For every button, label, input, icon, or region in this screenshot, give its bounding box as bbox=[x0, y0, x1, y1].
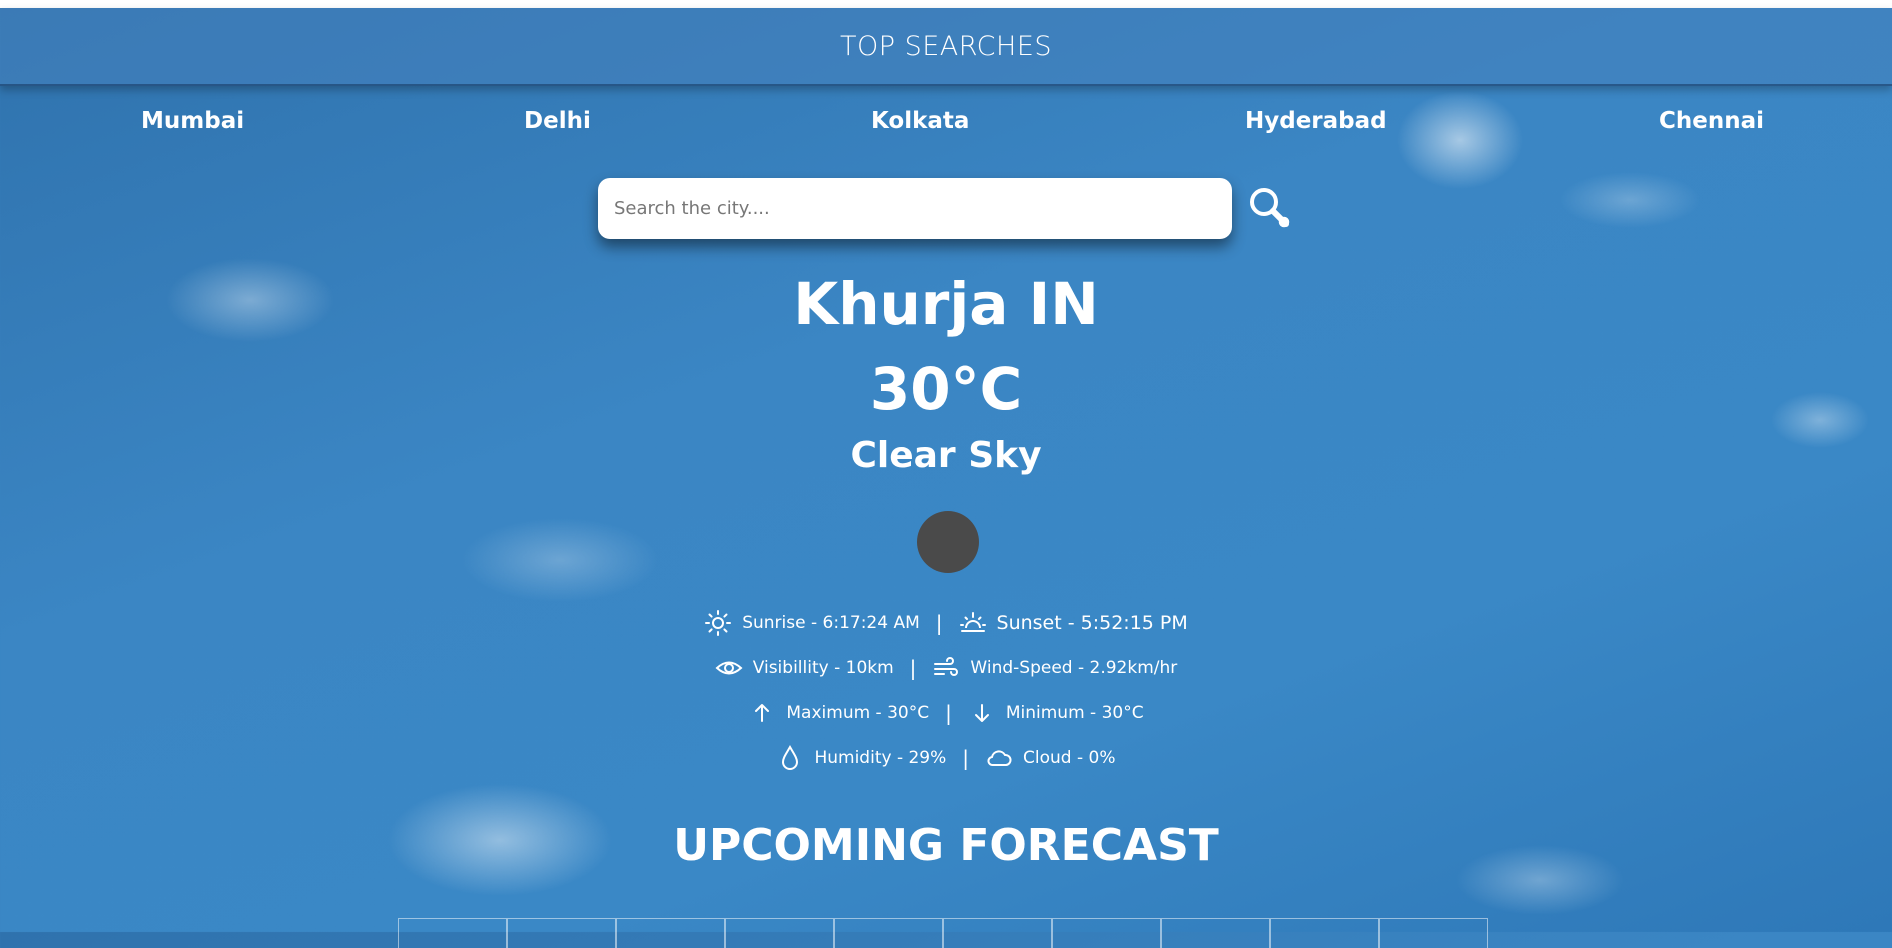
details-row-humidity: Humidity - 29% | Cloud - 0% bbox=[0, 735, 1892, 780]
wind-item: Wind-Speed - 2.92km/hr bbox=[932, 654, 1177, 682]
city-name: Khurja IN bbox=[793, 270, 1099, 338]
sun-icon bbox=[705, 609, 732, 636]
forecast-card[interactable] bbox=[1379, 918, 1488, 948]
wind-icon bbox=[934, 656, 959, 676]
weather-condition-icon bbox=[917, 511, 979, 573]
city-link-kolkata[interactable]: Kolkata bbox=[871, 108, 969, 134]
arrow-down-icon bbox=[974, 703, 989, 722]
separator: | bbox=[909, 655, 917, 680]
sunset-item: Sunset - 5:52:15 PM bbox=[959, 609, 1188, 637]
arrow-up-icon bbox=[755, 703, 770, 722]
city-link-delhi[interactable]: Delhi bbox=[524, 108, 591, 134]
search-box bbox=[598, 178, 1232, 239]
weather-description: Clear Sky bbox=[850, 435, 1042, 476]
details-row-sun: Sunrise - 6:17:24 AM | Sunset - 5:52:15 … bbox=[0, 600, 1892, 645]
max-item: Maximum - 30°C bbox=[748, 699, 929, 727]
top-searches-bar: TOP SEARCHES bbox=[0, 8, 1892, 86]
separator: | bbox=[945, 700, 952, 725]
wind-text: Wind-Speed - 2.92km/hr bbox=[970, 657, 1178, 678]
forecast-card[interactable] bbox=[725, 918, 834, 948]
min-item: Minimum - 30°C bbox=[968, 699, 1144, 727]
forecast-card[interactable] bbox=[398, 918, 507, 948]
temperature: 30°C bbox=[869, 355, 1023, 423]
humidity-item: Humidity - 29% bbox=[776, 744, 946, 772]
humidity-text: Humidity - 29% bbox=[814, 747, 947, 768]
top-white-strip bbox=[0, 0, 1892, 8]
visibility-text: Visibillity - 10km bbox=[752, 657, 894, 678]
top-searches-title: TOP SEARCHES bbox=[839, 30, 1053, 62]
cloud-icon bbox=[987, 749, 1012, 766]
details-row-temp: Maximum - 30°C | Minimum - 30°C bbox=[0, 690, 1892, 735]
search-icon bbox=[1250, 188, 1290, 228]
forecast-title: UPCOMING FORECAST bbox=[673, 820, 1219, 871]
top-cities-row: Mumbai Delhi Kolkata Hyderabad Chennai bbox=[0, 108, 1892, 138]
forecast-card[interactable] bbox=[1052, 918, 1161, 948]
search-button[interactable] bbox=[1246, 184, 1294, 232]
sunset-icon bbox=[959, 611, 986, 632]
droplet-icon bbox=[782, 744, 799, 770]
sunset-text: Sunset - 5:52:15 PM bbox=[996, 611, 1188, 634]
search-input[interactable] bbox=[598, 178, 1232, 239]
sunrise-item: Sunrise - 6:17:24 AM bbox=[704, 609, 920, 637]
forecast-card[interactable] bbox=[616, 918, 725, 948]
details-row-visibility: Visibillity - 10km | Wind-Speed - 2.92km… bbox=[0, 645, 1892, 690]
forecast-card[interactable] bbox=[1161, 918, 1270, 948]
cloud-text: Cloud - 0% bbox=[1023, 747, 1116, 768]
weather-details: Sunrise - 6:17:24 AM | Sunset - 5:52:15 … bbox=[0, 600, 1892, 780]
forecast-card[interactable] bbox=[507, 918, 616, 948]
sunrise-text: Sunrise - 6:17:24 AM bbox=[742, 612, 920, 633]
min-text: Minimum - 30°C bbox=[1005, 702, 1144, 723]
city-link-hyderabad[interactable]: Hyderabad bbox=[1245, 108, 1387, 134]
visibility-item: Visibillity - 10km bbox=[715, 654, 894, 682]
city-link-mumbai[interactable]: Mumbai bbox=[141, 108, 244, 134]
forecast-card[interactable] bbox=[943, 918, 1052, 948]
cloud-item: Cloud - 0% bbox=[985, 744, 1116, 772]
separator: | bbox=[935, 610, 943, 635]
forecast-card[interactable] bbox=[834, 918, 943, 948]
forecast-grid bbox=[398, 918, 1488, 948]
max-text: Maximum - 30°C bbox=[786, 702, 930, 723]
forecast-card[interactable] bbox=[1270, 918, 1379, 948]
city-link-chennai[interactable]: Chennai bbox=[1659, 108, 1764, 134]
separator: | bbox=[962, 745, 970, 770]
eye-icon bbox=[715, 661, 743, 674]
